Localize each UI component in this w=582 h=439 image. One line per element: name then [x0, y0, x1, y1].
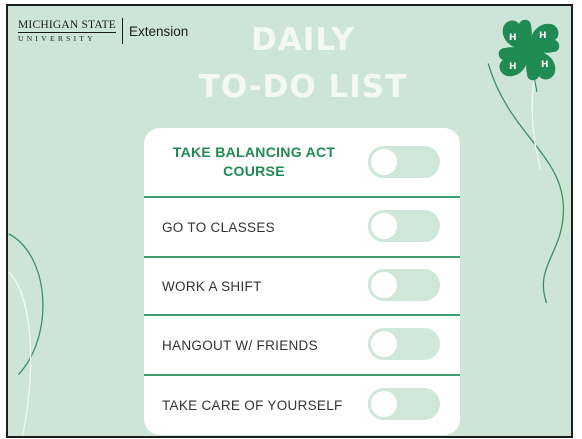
- slide-frame: MICHIGAN STATE UNIVERSITY Extension DAIL…: [6, 4, 573, 438]
- toggle-knob: [368, 328, 400, 360]
- todo-item-label: HANGOUT W/ FRIENDS: [162, 337, 318, 353]
- todo-item: WORK A SHIFT: [144, 256, 460, 314]
- toggle-knob: [368, 269, 400, 301]
- todo-item: GO TO CLASSES: [144, 196, 460, 256]
- todo-toggle[interactable]: [368, 388, 440, 420]
- four-h-clover-icon: H H H H: [498, 19, 560, 93]
- svg-text:H: H: [509, 33, 517, 43]
- svg-text:H: H: [539, 31, 547, 41]
- extension-label: Extension: [129, 23, 189, 39]
- todo-toggle[interactable]: [368, 146, 440, 178]
- todo-item: TAKE CARE OF YOURSELF: [144, 374, 460, 435]
- msu-logo-line2: UNIVERSITY: [18, 34, 96, 43]
- toggle-knob: [368, 210, 400, 242]
- msu-logo-line1: MICHIGAN STATE: [18, 19, 117, 33]
- todo-item-label: TAKE BALANCING ACT COURSE: [172, 144, 336, 179]
- svg-text:H: H: [541, 60, 549, 70]
- msu-wordmark: MICHIGAN STATE UNIVERSITY: [18, 19, 117, 43]
- msu-extension-logo: MICHIGAN STATE UNIVERSITY Extension: [18, 18, 188, 44]
- todo-item-label: WORK A SHIFT: [162, 278, 262, 294]
- todo-item-label: TAKE CARE OF YOURSELF: [162, 398, 343, 413]
- todo-item: TAKE BALANCING ACT COURSE: [144, 128, 460, 196]
- todo-toggle[interactable]: [368, 328, 440, 360]
- todo-item: HANGOUT W/ FRIENDS: [144, 314, 460, 374]
- todo-item-label: GO TO CLASSES: [162, 219, 275, 235]
- todo-toggle[interactable]: [368, 210, 440, 242]
- todo-toggle[interactable]: [368, 269, 440, 301]
- todo-card: TAKE BALANCING ACT COURSE GO TO CLASSES …: [144, 128, 460, 435]
- page-title-line1: DAILY: [251, 22, 355, 58]
- page-title-line2: TO-DO LIST: [198, 69, 408, 105]
- logo-divider: [122, 18, 124, 44]
- toggle-knob: [368, 388, 400, 420]
- toggle-knob: [368, 146, 400, 178]
- svg-text:H: H: [509, 62, 517, 72]
